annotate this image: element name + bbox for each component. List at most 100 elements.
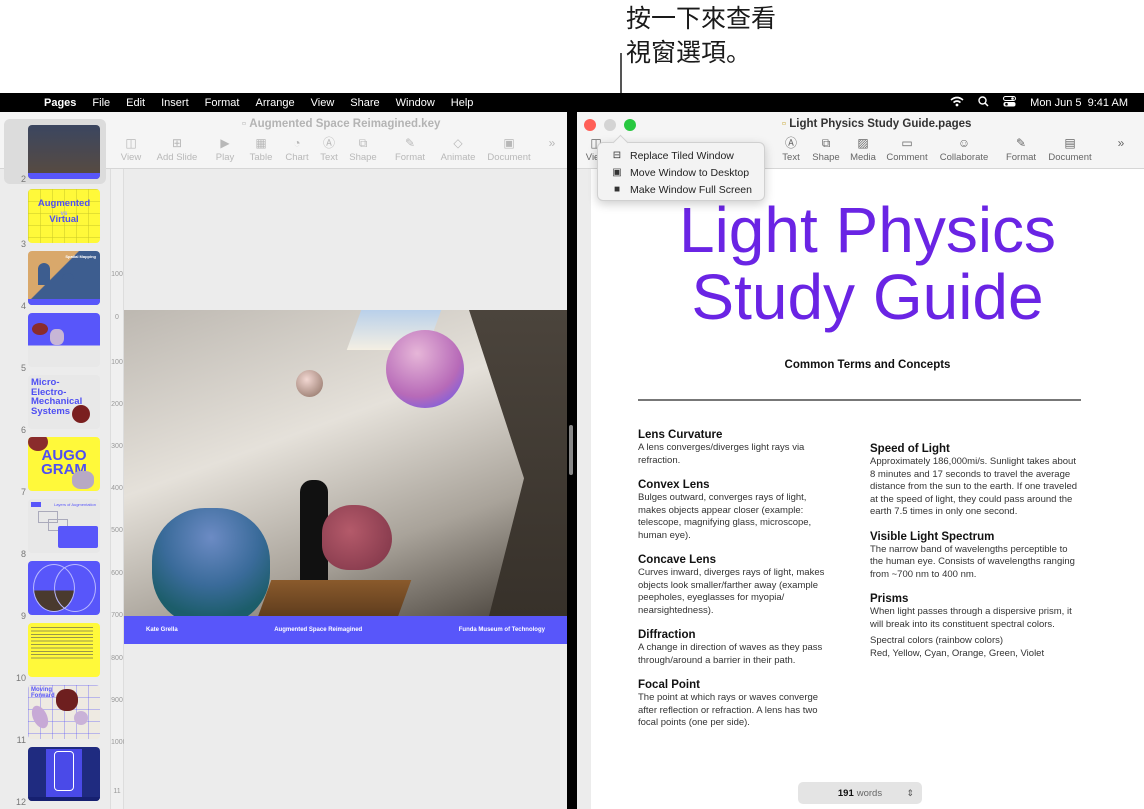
window-options-popover: ⊟ Replace Tiled Window ▣ Move Window to De… <box>597 142 765 201</box>
menu-edit[interactable]: Edit <box>126 97 145 109</box>
spectral-colors-list: Red, Yellow, Cyan, Orange, Green, Violet <box>870 647 1045 659</box>
window-desktop-icon: ▣ <box>612 167 622 178</box>
stepper-chevrons-icon[interactable]: ⇕ <box>906 788 914 799</box>
terms-column-right[interactable]: Speed of Light Approximately 186,000mi/s.… <box>870 442 1080 660</box>
window-controls <box>584 119 636 131</box>
floating-blob-blue <box>152 508 270 616</box>
document-title[interactable]: Light Physics Study Guide <box>591 197 1144 331</box>
term-convex-lens: Convex Lens Bulges outward, converges ray… <box>638 479 812 541</box>
toolbar-collaborate[interactable]: ☺ Collaborate <box>937 134 991 163</box>
slide-thumb-3[interactable]: 3 Augmented vs Virtual <box>0 189 110 249</box>
divider-handle[interactable] <box>569 425 573 475</box>
menu-view[interactable]: View <box>311 97 335 109</box>
slide-thumb-5[interactable]: 5 <box>0 313 110 373</box>
terms-column-left[interactable]: Lens Curvature A lens converges/diverges … <box>638 428 848 741</box>
document-panel-icon: ▣ <box>503 136 515 150</box>
toolbar-document[interactable]: ▣ Document <box>486 134 532 163</box>
split-view-divider[interactable] <box>567 112 577 809</box>
toolbar-animate[interactable]: ◇ Animate <box>438 134 478 163</box>
slide-thumb-4[interactable]: 4 Spatial Mapping <box>0 251 110 311</box>
toolbar-view[interactable]: ◫ View <box>118 134 144 163</box>
callout-annotation: 按一下來查看 視窗選項。 <box>626 2 776 70</box>
keynote-window: ▫ Augmented Space Reimagined.key ◫ View ⊞… <box>0 112 567 809</box>
menu-share[interactable]: Share <box>350 97 379 109</box>
document-subtitle[interactable]: Common Terms and Concepts <box>591 359 1144 371</box>
shape-icon: ⧉ <box>821 136 831 150</box>
slide-thumb-10[interactable]: 10 <box>0 623 110 683</box>
term-focal-point: Focal Point The point at which rays or wa… <box>638 679 819 728</box>
current-slide[interactable]: Kate Grella Augmented Space Reimagined F… <box>124 310 567 644</box>
menu-window[interactable]: Window <box>396 97 435 109</box>
slide-thumb-6[interactable]: 6 Micro- Electro- Mechanical Systems <box>0 375 110 435</box>
collaborate-icon: ☺ <box>957 136 971 150</box>
add-slide-icon: ⊞ <box>171 136 183 150</box>
tile-window-icon: ⊟ <box>612 150 622 161</box>
footer-author: Kate Grella <box>146 627 178 633</box>
slide-photo[interactable] <box>124 310 567 616</box>
media-icon: ▨ <box>857 136 869 150</box>
word-count-value: 191 <box>837 787 854 799</box>
zoom-button[interactable] <box>624 119 636 131</box>
menu-bar: Pages File Edit Insert Format Arrange Vi… <box>0 93 1144 112</box>
full-screen-icon: ■ <box>613 184 621 195</box>
callout-line-1: 按一下來查看 <box>626 4 777 33</box>
spectral-colors-label: Spectral colors (rainbow colors) <box>870 635 1004 646</box>
menu-item-make-window-full-screen[interactable]: ■ Make Window Full Screen <box>598 181 764 198</box>
text-box-icon: Ⓐ <box>784 136 797 150</box>
menu-format[interactable]: Format <box>205 97 240 109</box>
term-lens-curvature: Lens Curvature A lens converges/diverges … <box>638 429 805 466</box>
menu-item-replace-tiled-window[interactable]: ⊟ Replace Tiled Window <box>598 147 764 164</box>
toolbar-add-slide[interactable]: ⊞ Add Slide <box>152 134 202 163</box>
toolbar-text[interactable]: Ⓐ Text <box>777 134 805 163</box>
comment-icon: ▭ <box>901 136 913 150</box>
toolbar-table[interactable]: ▦ Table <box>246 134 276 163</box>
document-page[interactable]: Light Physics Study Guide Common Terms a… <box>591 169 1144 809</box>
callout-line-2: 視窗選項。 <box>626 38 752 67</box>
close-button[interactable] <box>584 119 596 131</box>
toolbar-chart[interactable]: ◔ Chart <box>282 134 312 163</box>
toolbar-document[interactable]: ▤ Document <box>1047 134 1093 163</box>
toolbar-format[interactable]: ✎ Format <box>1003 134 1039 163</box>
toolbar-overflow[interactable]: » <box>544 134 560 163</box>
document-panel-icon: ▤ <box>1064 136 1076 150</box>
toolbar-shape[interactable]: ⧉ Shape <box>809 134 843 163</box>
slide-thumb-7[interactable]: 7 AUGO GRAM <box>0 437 110 497</box>
toolbar-format[interactable]: ✎ Format <box>392 134 428 163</box>
menu-help[interactable]: Help <box>451 97 474 109</box>
search-icon[interactable] <box>978 95 989 110</box>
control-center-icon[interactable] <box>1003 95 1017 110</box>
floating-sphere-small <box>296 370 323 397</box>
play-icon: ▶ <box>220 136 230 150</box>
menu-file[interactable]: File <box>92 97 110 109</box>
word-count-control[interactable]: 191 words ⇕ <box>798 782 922 804</box>
slide-thumb-2[interactable]: 2 <box>4 119 106 184</box>
toolbar-shape[interactable]: ⧉ Shape <box>346 134 380 163</box>
window-title: ▫ Light Physics Study Guide.pages <box>782 118 972 130</box>
minimize-button[interactable] <box>604 119 616 131</box>
stairs <box>256 580 412 616</box>
word-count-label: words <box>856 787 883 799</box>
menu-item-move-window-to-desktop[interactable]: ▣ Move Window to Desktop <box>598 164 764 181</box>
footer-title: Augmented Space Reimagined <box>274 627 363 633</box>
slide-thumb-11[interactable]: 11 Moving Forward <box>0 685 110 745</box>
slide-thumb-8[interactable]: 8 Layers of Augmentation <box>0 499 110 559</box>
floating-sphere-large <box>386 330 464 408</box>
menu-app-name[interactable]: Pages <box>44 97 76 109</box>
wifi-icon[interactable] <box>950 96 964 110</box>
text-box-icon: Ⓐ <box>322 136 335 150</box>
menu-insert[interactable]: Insert <box>161 97 189 109</box>
term-prisms: Prisms When light passes through a disper… <box>870 593 1072 630</box>
toolbar-media[interactable]: ▨ Media <box>847 134 879 163</box>
toolbar-overflow[interactable]: » <box>1113 134 1129 163</box>
toolbar-play[interactable]: ▶ Play <box>210 134 240 163</box>
term-concave-lens: Concave Lens Curves inward, diverges rays… <box>638 554 825 616</box>
menu-arrange[interactable]: Arrange <box>255 97 294 109</box>
table-icon: ▦ <box>255 136 267 150</box>
toolbar-text[interactable]: Ⓐ Text <box>316 134 342 163</box>
chevron-double-right-icon: » <box>548 136 556 150</box>
slide-thumb-12[interactable]: 12 <box>0 747 110 807</box>
term-speed-of-light: Speed of Light Approximately 186,000mi/s.… <box>870 443 1078 517</box>
slide-thumb-9[interactable]: 9 <box>0 561 110 621</box>
toolbar-comment[interactable]: ▭ Comment <box>885 134 929 163</box>
menu-clock[interactable]: Mon Jun 5 9:41 AM <box>1030 97 1128 109</box>
